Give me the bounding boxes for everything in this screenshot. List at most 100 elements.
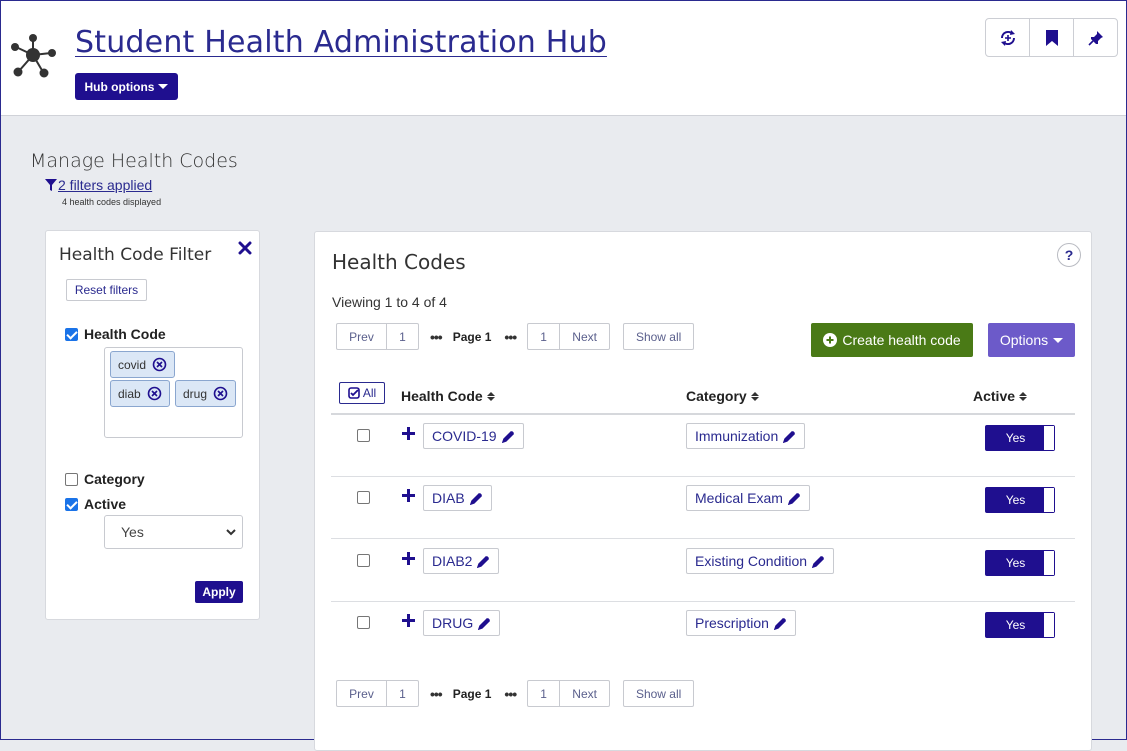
- pencil-icon: [787, 492, 800, 505]
- help-button[interactable]: ?: [1057, 243, 1081, 267]
- filter-icon: [45, 179, 57, 191]
- current-page-label: Page 1: [452, 329, 492, 344]
- tag-label: diab: [118, 386, 141, 401]
- column-active[interactable]: Active: [973, 388, 1028, 404]
- table-row: DIAB Medical Exam Yes: [331, 477, 1075, 539]
- show-all-button[interactable]: Show all: [623, 680, 695, 707]
- tag-diab: diab: [110, 380, 170, 407]
- category-value: Medical Exam: [695, 490, 783, 506]
- active-toggle-label: Yes: [1005, 431, 1026, 445]
- health-code-field[interactable]: DIAB: [423, 485, 492, 511]
- health-code-field[interactable]: DIAB2: [423, 548, 500, 574]
- caret-down-icon: [1053, 337, 1064, 343]
- pencil-icon: [812, 555, 825, 568]
- select-all-button[interactable]: All: [339, 382, 385, 404]
- pager-ellipsis: •••: [430, 685, 443, 702]
- reset-filters-button[interactable]: Reset filters: [66, 279, 147, 301]
- next-page-button[interactable]: Next: [559, 323, 611, 350]
- app-title[interactable]: Student Health Administration Hub: [75, 25, 607, 60]
- tag-label: covid: [118, 357, 147, 372]
- close-icon[interactable]: [238, 241, 252, 255]
- table-row: DIAB2 Existing Condition Yes: [331, 540, 1075, 602]
- sort-icon: [486, 391, 495, 401]
- category-filter-checkbox[interactable]: [65, 473, 78, 486]
- first-page-button[interactable]: 1: [386, 680, 419, 707]
- category-field[interactable]: Medical Exam: [686, 485, 810, 511]
- last-page-button[interactable]: 1: [527, 680, 561, 707]
- codes-displayed-count: 4 health codes displayed: [62, 197, 162, 207]
- chevron-down-icon: [226, 529, 236, 536]
- table-row: COVID-19 Immunization Yes: [331, 415, 1075, 477]
- category-value: Existing Condition: [695, 553, 808, 569]
- column-health-code[interactable]: Health Code: [401, 388, 495, 404]
- column-label: Category: [686, 388, 747, 404]
- health-code-tag-input[interactable]: covid diab drug: [104, 347, 243, 438]
- expand-plus-icon[interactable]: [402, 614, 415, 627]
- next-page-button[interactable]: Next: [559, 680, 611, 707]
- category-value: Prescription: [695, 615, 769, 631]
- prev-page-button[interactable]: Prev: [336, 323, 387, 350]
- expand-plus-icon[interactable]: [402, 552, 415, 565]
- column-label: Active: [973, 388, 1016, 404]
- expand-plus-icon[interactable]: [402, 427, 415, 440]
- category-field[interactable]: Existing Condition: [686, 548, 835, 574]
- sync-button[interactable]: [985, 18, 1030, 57]
- create-health-code-button[interactable]: Create health code: [811, 323, 973, 357]
- hub-options-label: Hub options: [84, 79, 155, 94]
- sort-icon: [1019, 391, 1028, 401]
- pencil-icon: [773, 617, 786, 630]
- column-category[interactable]: Category: [686, 388, 759, 404]
- filters-applied-link[interactable]: 2 filters applied: [45, 177, 152, 193]
- page-title: Manage Health Codes: [30, 150, 238, 172]
- active-toggle[interactable]: Yes: [985, 550, 1055, 576]
- health-codes-card: Health Codes ? Viewing 1 to 4 of 4 Prev …: [314, 231, 1092, 751]
- show-all-button[interactable]: Show all: [623, 323, 695, 350]
- check-square-icon: [348, 387, 360, 399]
- pager-ellipsis: •••: [430, 328, 443, 345]
- row-checkbox[interactable]: [357, 554, 370, 567]
- bookmark-button[interactable]: [1029, 18, 1074, 57]
- apply-button[interactable]: Apply: [195, 581, 243, 603]
- pin-icon: [1087, 30, 1103, 46]
- pencil-icon: [469, 492, 482, 505]
- active-toggle[interactable]: Yes: [985, 612, 1055, 638]
- remove-tag-icon[interactable]: [152, 357, 167, 372]
- expand-plus-icon[interactable]: [402, 489, 415, 502]
- first-page-button[interactable]: 1: [386, 323, 419, 350]
- caret-down-icon: [158, 84, 169, 89]
- toggle-knob: [1044, 488, 1054, 512]
- plus-circle-icon: [823, 333, 838, 347]
- hub-options-button[interactable]: Hub options: [75, 73, 178, 100]
- active-toggle-label: Yes: [1005, 556, 1026, 570]
- category-value: Immunization: [695, 428, 779, 444]
- filter-panel: Health Code Filter Reset filters Health …: [45, 230, 260, 620]
- row-checkbox[interactable]: [357, 429, 370, 442]
- prev-page-button[interactable]: Prev: [336, 680, 387, 707]
- health-code-field[interactable]: DRUG: [423, 610, 501, 636]
- category-field[interactable]: Immunization: [686, 423, 806, 449]
- column-label: Health Code: [401, 388, 483, 404]
- active-toggle[interactable]: Yes: [985, 425, 1055, 451]
- active-toggle-label: Yes: [1005, 493, 1026, 507]
- remove-tag-icon[interactable]: [147, 386, 162, 401]
- active-filter-checkbox[interactable]: [65, 498, 78, 511]
- app-header: Student Health Administration Hub Hub op…: [1, 1, 1126, 116]
- viewing-count: Viewing 1 to 4 of 4: [332, 294, 447, 310]
- health-code-filter-checkbox[interactable]: [65, 328, 78, 341]
- table-row: DRUG Prescription Yes: [331, 602, 1075, 664]
- active-select[interactable]: Yes: [104, 515, 243, 549]
- last-page-button[interactable]: 1: [527, 323, 561, 350]
- pin-button[interactable]: [1073, 18, 1118, 57]
- row-checkbox[interactable]: [357, 491, 370, 504]
- health-code-field[interactable]: COVID-19: [423, 423, 524, 449]
- health-code-filter-label: Health Code: [84, 326, 166, 342]
- sort-icon: [750, 391, 759, 401]
- options-button[interactable]: Options: [988, 323, 1075, 357]
- active-toggle[interactable]: Yes: [985, 487, 1055, 513]
- remove-tag-icon[interactable]: [213, 386, 228, 401]
- health-code-value: DIAB2: [432, 553, 473, 569]
- table-header: All Health Code Category Active: [331, 378, 1075, 415]
- options-label: Options: [999, 332, 1049, 348]
- category-field[interactable]: Prescription: [686, 610, 796, 636]
- row-checkbox[interactable]: [357, 616, 370, 629]
